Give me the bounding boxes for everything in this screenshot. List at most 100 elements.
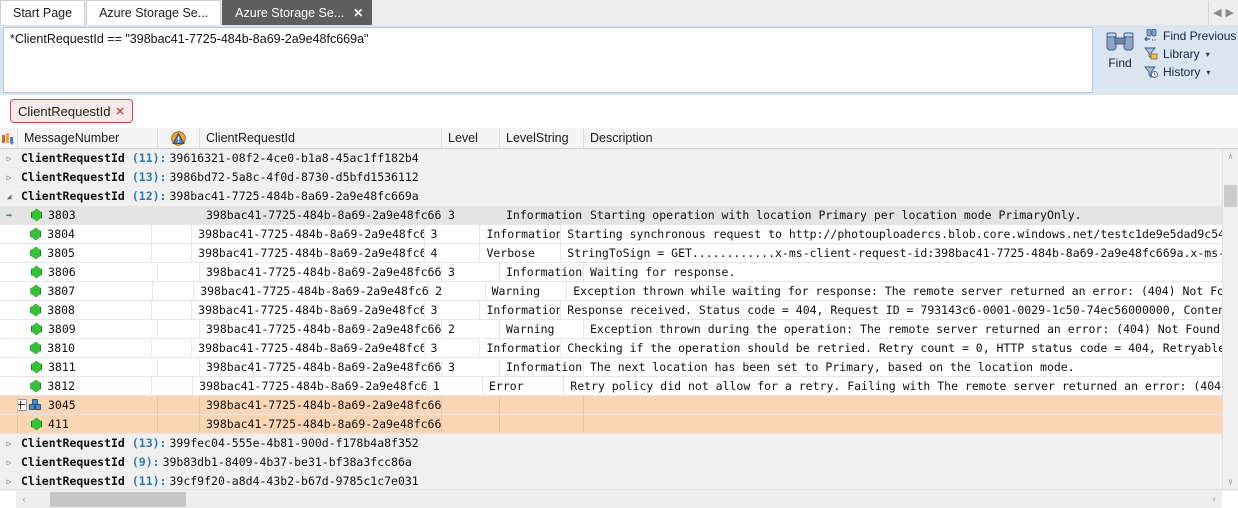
find-button[interactable]: Find <box>1096 25 1144 70</box>
grid-group-row[interactable]: ▷ ClientRequestId (13): 3986bd72-5a8c-4f0d-… <box>0 168 1238 187</box>
horizontal-scrollbar-thumb[interactable] <box>50 491 186 507</box>
horizontal-scrollbar[interactable]: ‹ › <box>0 489 1238 508</box>
chevron-down-icon[interactable]: ▾ <box>1206 50 1210 59</box>
warning-alert-icon <box>171 130 186 146</box>
history-filter-button[interactable]: History ▾ <box>1144 65 1236 79</box>
cell-alert <box>153 282 195 300</box>
library-filter-button[interactable]: Library ▾ <box>1144 47 1236 61</box>
grid-data-row[interactable]: 3808 398bac41-7725-484b-8a69-2a9e48fc669a… <box>0 301 1238 320</box>
column-header-level[interactable]: Level <box>442 128 500 148</box>
scroll-up-icon[interactable]: ∧ <box>1223 149 1238 164</box>
grid-data-row[interactable]: 411 398bac41-7725-484b-8a69-2a9e48fc669a <box>0 415 1238 434</box>
grid-data-row[interactable]: 3045 398bac41-7725-484b-8a69-2a9e48fc669a <box>0 396 1238 415</box>
row-icon-group <box>18 323 42 335</box>
query-input[interactable]: *ClientRequestId == "398bac41-7725-484b-… <box>3 27 1093 93</box>
row-icon-group <box>17 342 42 354</box>
cell-clientrequestid: 398bac41-7725-484b-8a69-2a9e48fc669a <box>194 282 430 300</box>
grid-data-row[interactable]: 3805 398bac41-7725-484b-8a69-2a9e48fc669a… <box>0 244 1238 263</box>
group-twisty-icon[interactable]: ▷ <box>0 173 18 182</box>
cell-clientrequestid: 398bac41-7725-484b-8a69-2a9e48fc669a <box>200 206 442 224</box>
tab-next-icon[interactable]: ▶ <box>1226 7 1234 19</box>
grid-data-row[interactable]: 3809 398bac41-7725-484b-8a69-2a9e48fc669a… <box>0 320 1238 339</box>
tab-prev-icon[interactable]: ◀ <box>1213 7 1221 19</box>
messagenumber-value: 3811 <box>48 360 76 374</box>
cell-alert <box>152 301 193 319</box>
cell-clientrequestid: 398bac41-7725-484b-8a69-2a9e48fc669a <box>200 415 442 433</box>
row-icon-group <box>18 361 42 373</box>
binoculars-icon <box>1106 32 1134 51</box>
grid-data-row[interactable]: ➡ 3803 398bac41-7725-484b-8a69-2a9e48fc669… <box>0 206 1238 225</box>
column-header-levelstring[interactable]: LevelString <box>500 128 584 148</box>
cell-alert <box>158 320 200 338</box>
log-grid: MessageNumber ClientRequestId Level Leve… <box>0 128 1238 508</box>
column-header-clientrequestid[interactable]: ClientRequestId <box>200 128 442 148</box>
tab-start-page[interactable]: Start Page <box>0 0 86 25</box>
find-panel: Find Find Previous Library ▾ History ▾ <box>1096 25 1238 95</box>
close-icon[interactable]: ✕ <box>116 105 125 118</box>
cell-levelstring: Verbose <box>480 244 562 262</box>
grid-data-row[interactable]: 3806 398bac41-7725-484b-8a69-2a9e48fc669a… <box>0 263 1238 282</box>
column-header-description[interactable]: Description <box>584 128 1238 148</box>
find-previous-button[interactable]: Find Previous <box>1144 29 1236 43</box>
row-expander-icon[interactable] <box>18 399 27 411</box>
grid-group-row[interactable]: ▷ ClientRequestId (11): 39616321-08f2-4ce0-… <box>0 149 1238 168</box>
column-header-messagenumber[interactable]: MessageNumber <box>18 128 158 148</box>
column-header-alert[interactable] <box>158 128 200 148</box>
filter-chip-row: ClientRequestId ✕ <box>0 95 1238 129</box>
scroll-down-icon[interactable]: ∨ <box>1223 474 1238 489</box>
green-hex-icon <box>30 380 42 392</box>
cell-levelstring: Information <box>500 263 584 281</box>
group-twisty-icon[interactable]: ◢ <box>0 192 18 201</box>
tab-azure-storage-1[interactable]: Azure Storage Se... <box>86 0 222 25</box>
cell-messagenumber: 3809 <box>18 320 158 338</box>
grid-group-row[interactable]: ▷ ClientRequestId (13): 399fec04-555e-4b81-… <box>0 434 1238 453</box>
group-title: ClientRequestId <box>21 436 125 450</box>
cell-level: 2 <box>429 282 486 300</box>
group-twisty-icon[interactable]: ▷ <box>0 439 18 448</box>
scroll-left-icon[interactable]: ‹ <box>16 491 32 508</box>
grid-group-row[interactable]: ◢ ClientRequestId (12): 398bac41-7725-484b-… <box>0 187 1238 206</box>
group-value: 3986bd72-5a8c-4f0d-8730-d5bfd1536112 <box>169 170 419 184</box>
cell-clientrequestid: 398bac41-7725-484b-8a69-2a9e48fc669a <box>200 263 442 281</box>
scroll-right-icon[interactable]: › <box>1206 491 1222 508</box>
vertical-scrollbar[interactable]: ∧ ∨ <box>1222 149 1238 489</box>
group-count: (13): <box>131 170 167 184</box>
messagenumber-value: 3806 <box>48 265 76 279</box>
grid-group-row[interactable]: ▷ ClientRequestId (9): 39b83db1-8409-4b37-b… <box>0 453 1238 472</box>
group-title: ClientRequestId <box>21 455 125 469</box>
grid-data-row[interactable]: 3810 398bac41-7725-484b-8a69-2a9e48fc669a… <box>0 339 1238 358</box>
tab-strip: Start Page Azure Storage Se... Azure Sto… <box>0 0 1238 26</box>
group-twisty-icon[interactable]: ▷ <box>0 154 18 163</box>
tab-azure-storage-2[interactable]: Azure Storage Se... ✕ <box>222 0 373 25</box>
grid-data-row[interactable]: 3812 398bac41-7725-484b-8a69-2a9e48fc669a… <box>0 377 1238 396</box>
column-header-selector[interactable] <box>0 128 18 148</box>
group-count: (9): <box>131 455 160 469</box>
green-hex-icon <box>30 228 42 240</box>
cell-messagenumber: 3805 <box>17 244 152 262</box>
group-twisty-icon[interactable]: ▷ <box>0 477 18 486</box>
cell-alert <box>158 263 200 281</box>
green-hex-icon <box>31 361 42 373</box>
group-count: (12): <box>131 189 167 203</box>
messagenumber-value: 3804 <box>47 227 75 241</box>
horizontal-scrollbar-track[interactable] <box>32 491 1206 508</box>
chevron-down-icon[interactable]: ▾ <box>1206 68 1210 77</box>
find-menu-list: Find Previous Library ▾ History ▾ <box>1144 25 1236 79</box>
row-icon-group <box>17 304 42 316</box>
cell-alert <box>158 396 200 414</box>
vertical-scrollbar-thumb[interactable] <box>1224 185 1237 207</box>
group-count: (11): <box>131 151 167 165</box>
row-icon-group <box>17 247 42 259</box>
grid-data-row[interactable]: 3811 398bac41-7725-484b-8a69-2a9e48fc669a… <box>0 358 1238 377</box>
group-twisty-icon[interactable]: ▷ <box>0 458 18 467</box>
cell-description: Response received. Status code = 404, Re… <box>567 303 1238 317</box>
cell-level: 3 <box>425 301 481 319</box>
group-title: ClientRequestId <box>21 189 125 203</box>
grid-data-row[interactable]: 3807 398bac41-7725-484b-8a69-2a9e48fc669a… <box>0 282 1238 301</box>
filter-chip-clientrequestid[interactable]: ClientRequestId ✕ <box>10 99 133 123</box>
tab-close-icon[interactable]: ✕ <box>353 1 363 25</box>
grid-data-row[interactable]: 3804 398bac41-7725-484b-8a69-2a9e48fc669a… <box>0 225 1238 244</box>
cell-clientrequestid: 398bac41-7725-484b-8a69-2a9e48fc669a <box>200 358 442 376</box>
row-marker <box>0 415 18 433</box>
cell-level: 3 <box>442 206 500 224</box>
